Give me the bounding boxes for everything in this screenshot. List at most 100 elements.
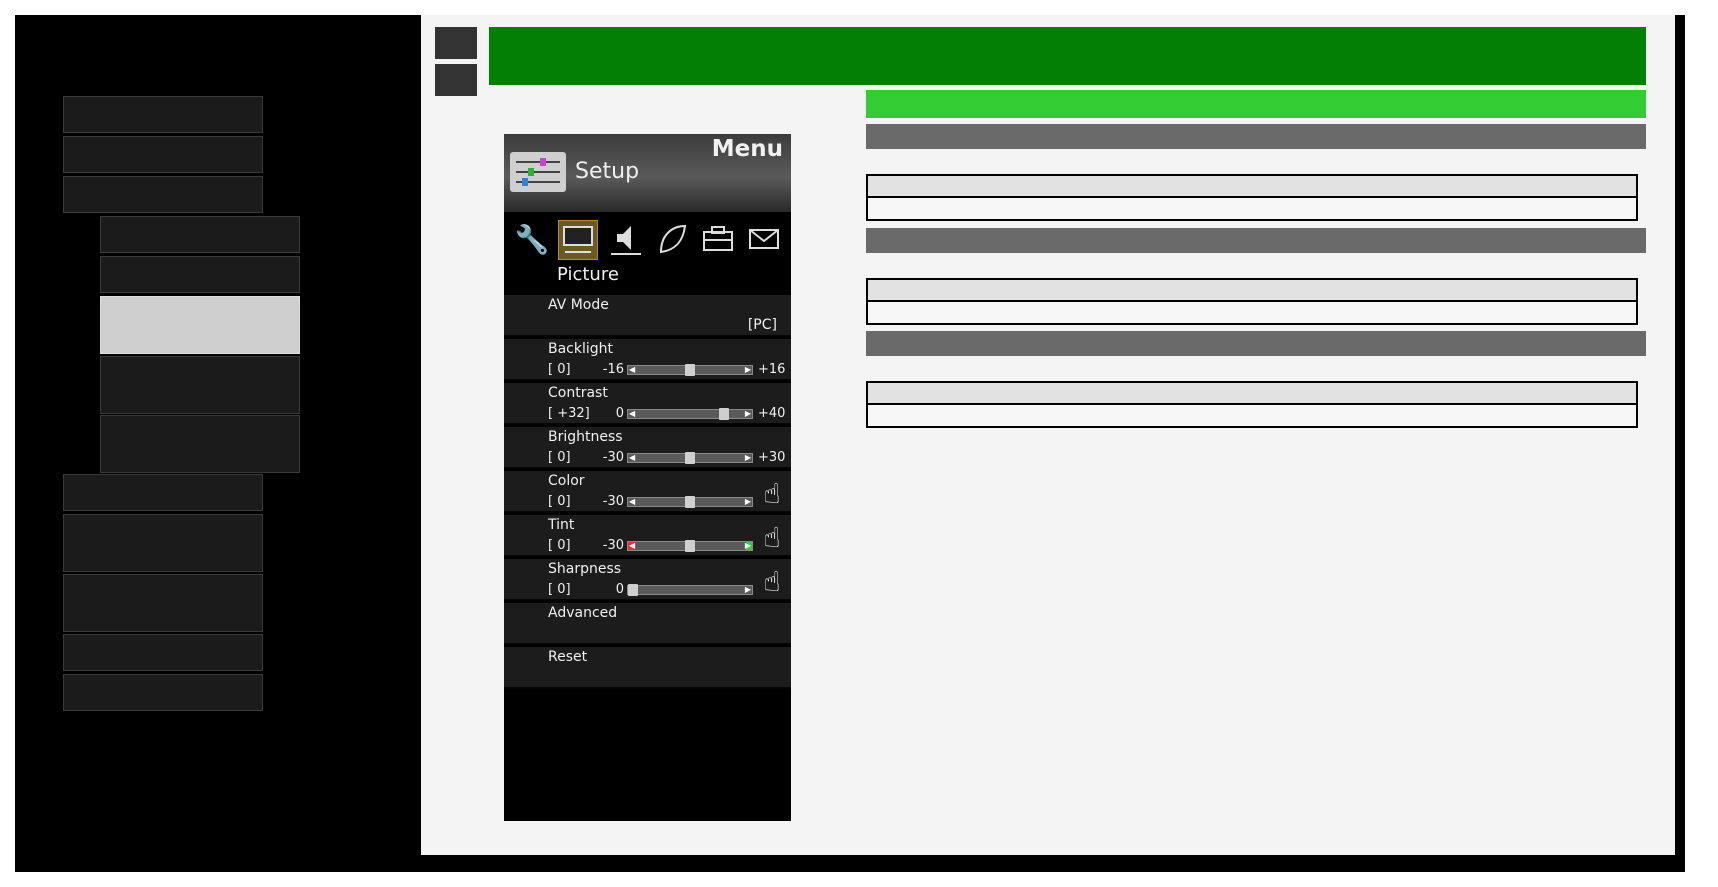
tv-item-value: [PC] xyxy=(747,317,777,333)
slider-left-arrow-icon: ◀ xyxy=(629,365,636,374)
envelope-icon[interactable] xyxy=(744,220,784,260)
slider-knob[interactable] xyxy=(685,364,695,376)
tv-item-label: Tint xyxy=(548,517,575,533)
slider-left-arrow-icon: ◀ xyxy=(629,409,636,418)
table-1 xyxy=(866,174,1638,221)
slider-right-arrow-icon: ▶ xyxy=(744,541,751,550)
tv-menu-item-contrast[interactable]: Contrast[ +32] 0 ◀ ▶ +40 xyxy=(504,383,791,425)
nav-button-top[interactable] xyxy=(435,27,477,59)
pointing-hand-icon: ☝ xyxy=(763,565,781,598)
tv-item-current-value: [ 0] xyxy=(548,362,571,377)
sidebar-item-8[interactable] xyxy=(63,674,263,711)
table-row xyxy=(868,176,1636,198)
tv-item-label: Contrast xyxy=(548,385,608,401)
tv-menu-item-sharpness[interactable]: Sharpness [ 0] 0◀▶ ☝ xyxy=(504,559,791,601)
tv-menu-item-tint[interactable]: Tint[ 0] -30 ◀ ▶ ☝ xyxy=(504,515,791,557)
table-row xyxy=(868,405,1636,426)
tv-item-current-value: [ 0] xyxy=(548,538,571,553)
sidebar-item-5[interactable] xyxy=(63,514,263,572)
setup-label: Setup xyxy=(575,159,640,184)
tv-category-icons: 🔧 xyxy=(504,220,791,270)
tv-item-current-value: [ 0] xyxy=(548,582,571,597)
tv-item-slider[interactable]: ◀▶ xyxy=(627,540,753,552)
tv-item-max: +30 xyxy=(758,450,786,465)
tv-menu-item-backlight[interactable]: Backlight[ 0] -16 ◀ ▶ +16 xyxy=(504,339,791,381)
tv-item-label: Advanced xyxy=(548,605,618,621)
tv-item-slider[interactable]: ◀▶ xyxy=(627,452,753,464)
section-bar-3 xyxy=(866,331,1646,356)
tv-menu-item-advanced[interactable]: Advanced xyxy=(504,603,791,645)
pointing-hand-icon: ☝ xyxy=(763,477,781,510)
tv-item-min: -16 xyxy=(602,362,624,377)
tv-item-current-value: [ 0] xyxy=(548,494,571,509)
sidebar xyxy=(15,15,418,872)
sidebar-item-6[interactable] xyxy=(63,574,263,632)
nav-button-bottom[interactable] xyxy=(435,64,477,96)
category-label: Picture xyxy=(557,264,619,285)
pointing-hand-icon: ☝ xyxy=(763,521,781,554)
wrench-icon[interactable]: 🔧 xyxy=(512,220,552,260)
sidebar-item-7[interactable] xyxy=(63,634,263,671)
tv-item-label: Sharpness xyxy=(548,561,622,577)
tv-item-current-value: [ +32] xyxy=(548,406,590,421)
slider-knob[interactable] xyxy=(685,540,695,552)
picture-icon[interactable] xyxy=(558,220,598,260)
slider-right-arrow-icon: ▶ xyxy=(744,453,751,462)
setup-sliders-icon xyxy=(510,152,566,192)
sidebar-item-2[interactable] xyxy=(63,136,263,173)
slider-right-arrow-icon: ▶ xyxy=(744,409,751,418)
tv-item-max: +16 xyxy=(758,362,786,377)
toolbox-icon[interactable] xyxy=(698,220,738,260)
sidebar-subitem-selected[interactable] xyxy=(100,296,300,354)
slider-left-arrow-icon: ◀ xyxy=(629,541,636,550)
tv-item-slider[interactable]: ◀▶ xyxy=(627,408,753,420)
slider-left-arrow-icon: ◀ xyxy=(629,497,636,506)
sidebar-item-3[interactable] xyxy=(63,176,263,213)
slider-right-arrow-icon: ▶ xyxy=(744,365,751,374)
slider-knob[interactable] xyxy=(685,452,695,464)
tv-item-label: Color xyxy=(548,473,585,489)
slider-right-arrow-icon: ▶ xyxy=(744,497,751,506)
tv-item-slider[interactable]: ◀▶ xyxy=(627,364,753,376)
tv-item-slider[interactable]: ◀▶ xyxy=(627,496,753,508)
slider-knob[interactable] xyxy=(685,496,695,508)
tv-item-label: AV Mode xyxy=(548,297,609,313)
sidebar-subitem-4[interactable] xyxy=(100,356,300,414)
leaf-icon[interactable] xyxy=(652,220,692,260)
sidebar-item-1[interactable] xyxy=(63,96,263,133)
section-bar-2 xyxy=(866,228,1646,253)
slider-right-arrow-icon: ▶ xyxy=(744,585,751,594)
sidebar-subitem-2[interactable] xyxy=(100,256,300,293)
tv-menu-item-brightness[interactable]: Brightness[ 0] -30 ◀ ▶ +30 xyxy=(504,427,791,469)
table-row xyxy=(868,302,1636,323)
slider-knob[interactable] xyxy=(719,408,729,420)
table-3 xyxy=(866,381,1638,428)
accent-bar xyxy=(866,90,1646,118)
title-banner xyxy=(489,27,1646,85)
tv-item-min: -30 xyxy=(602,538,624,553)
tv-menu-item-reset[interactable]: Reset xyxy=(504,647,791,689)
tv-item-min: -30 xyxy=(602,450,624,465)
tv-item-min: 0 xyxy=(615,406,624,421)
tv-menu-item-color[interactable]: Color[ 0] -30 ◀ ▶ ☝ xyxy=(504,471,791,513)
sidebar-subitem-5[interactable] xyxy=(100,415,300,473)
tv-item-min: 0 xyxy=(615,582,624,597)
tv-item-max: +40 xyxy=(758,406,786,421)
section-bar-1 xyxy=(866,124,1646,149)
tv-item-slider[interactable]: ◀▶ xyxy=(627,584,753,596)
table-row xyxy=(868,383,1636,405)
speaker-icon[interactable] xyxy=(606,220,646,260)
menu-label: Menu xyxy=(711,136,783,162)
tv-item-label: Reset xyxy=(548,649,588,665)
sidebar-item-4[interactable] xyxy=(63,474,263,511)
sidebar-subitem-1[interactable] xyxy=(100,216,300,253)
tv-menu-header: Setup Menu xyxy=(504,134,791,212)
table-2 xyxy=(866,278,1638,325)
tv-item-current-value: [ 0] xyxy=(548,450,571,465)
tv-item-label: Brightness xyxy=(548,429,623,445)
tv-item-min: -30 xyxy=(602,494,624,509)
tv-menu-item-av-mode[interactable]: AV Mode [PC] xyxy=(504,295,791,337)
slider-knob[interactable] xyxy=(628,584,638,596)
slider-left-arrow-icon: ◀ xyxy=(629,453,636,462)
table-row xyxy=(868,198,1636,219)
